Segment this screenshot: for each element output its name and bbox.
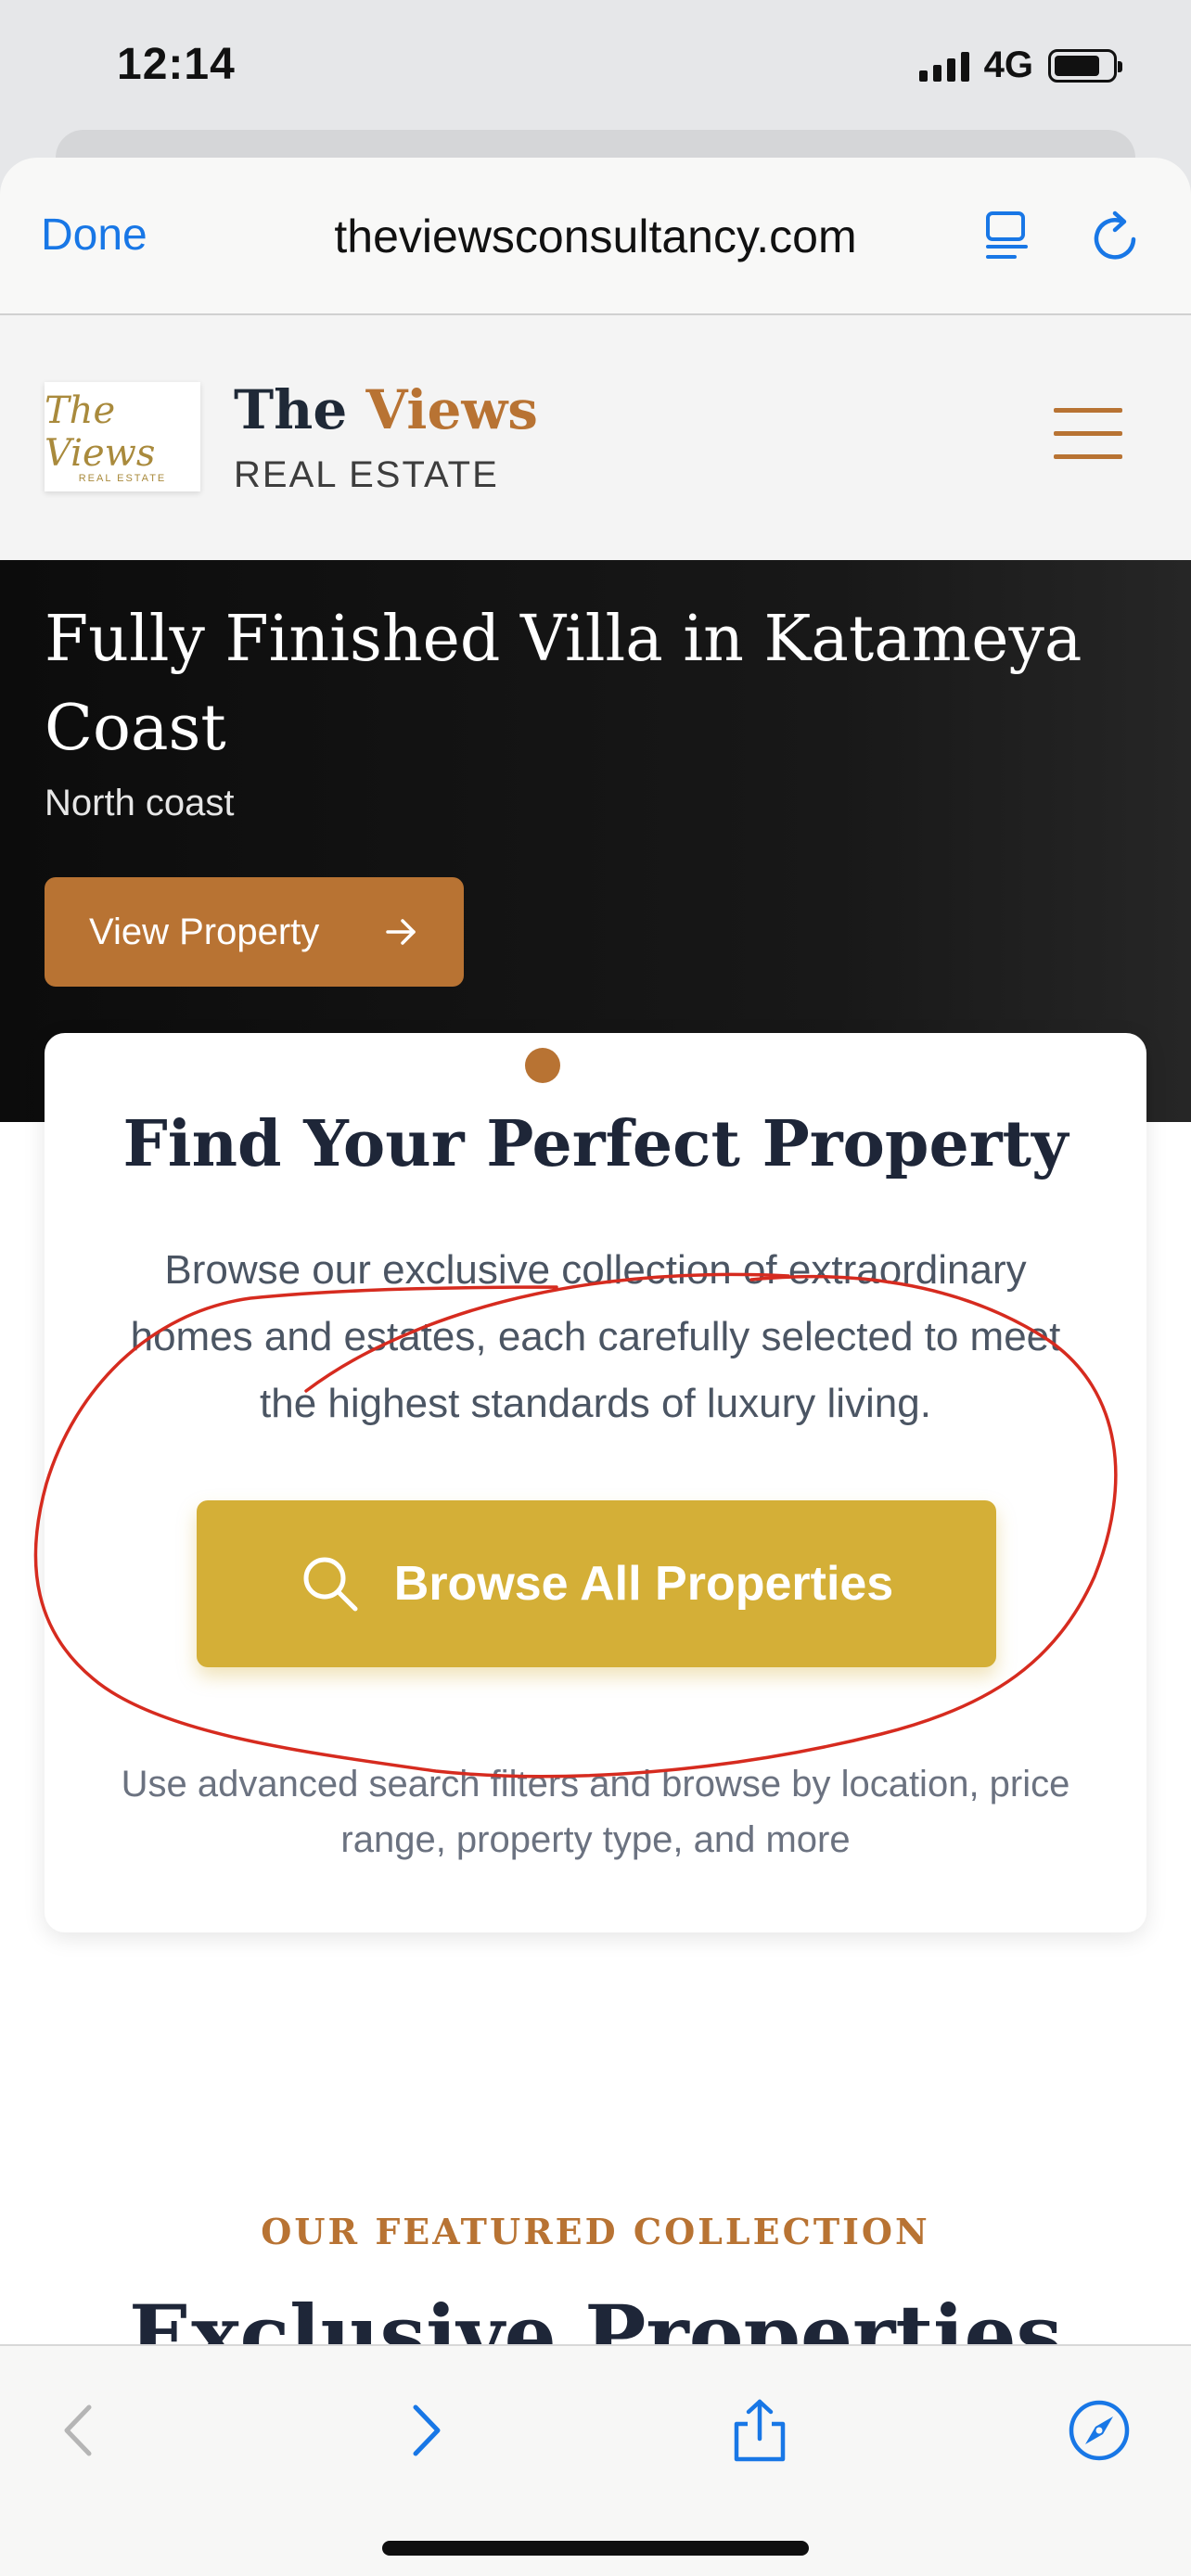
brand-name: The Views [234,378,538,441]
battery-icon [1048,48,1122,83]
share-icon[interactable] [727,2398,792,2463]
home-indicator [382,2541,809,2556]
card-note: Use advanced search filters and browse b… [121,1764,1070,1860]
chevron-left-icon[interactable] [48,2398,113,2463]
bottom-toolbar [0,2344,1191,2576]
browse-all-properties-button[interactable]: Browse All Properties [197,1500,996,1667]
browser-toolbar: Done theviewsconsultancy.com [0,158,1191,315]
status-bar: 12:14 4G [0,0,1191,139]
card-title: Find Your Perfect Property [122,1107,1069,1181]
compass-icon[interactable] [1067,2398,1132,2463]
network-type: 4G [983,45,1033,85]
featured-heading: Exclusive Properties [129,2287,1062,2344]
signal-icon [918,50,969,82]
logo-script-text: The Views [45,389,156,475]
card-description: Browse our exclusive collection of extra… [130,1247,1061,1426]
featured-kicker: OUR FEATURED COLLECTION [261,2211,930,2252]
hamburger-menu-icon[interactable] [1054,408,1124,464]
search-card: Find Your Perfect Property Browse our ex… [45,1033,1146,1932]
hero-location: North coast [45,783,235,823]
chevron-right-icon[interactable] [393,2398,458,2463]
status-time: 12:14 [117,40,236,89]
logo-subtext: REAL ESTATE [78,473,167,484]
search-icon [303,1557,358,1612]
hero-title: Fully Finished Villa in Katameya Coast [45,603,1082,765]
arrow-right-icon [386,919,416,945]
reload-icon[interactable] [1091,208,1143,263]
brand-name-part1: The [234,378,348,441]
reader-icon[interactable] [983,210,1031,261]
browse-button-label: Browse All Properties [393,1557,894,1611]
site-header: The Views REAL ESTATE The Views REAL EST… [0,315,1191,560]
view-property-button[interactable]: View Property [45,877,464,987]
brand-name-part2: Views [365,378,538,441]
status-indicators: 4G [918,45,1122,86]
brand-subtitle: REAL ESTATE [234,454,499,495]
site-logo[interactable]: The Views REAL ESTATE [45,382,200,491]
card-dot [525,1048,560,1083]
view-property-label: View Property [89,911,320,952]
